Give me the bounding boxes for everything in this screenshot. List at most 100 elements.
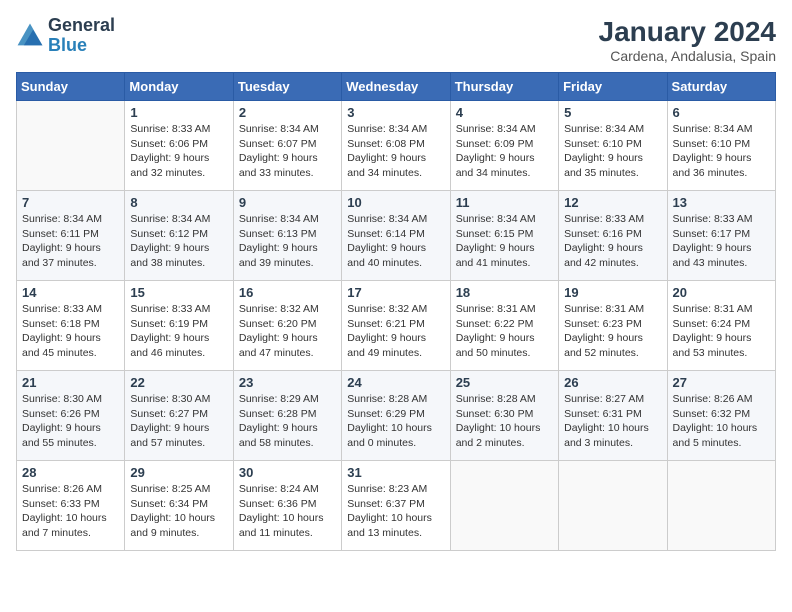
day-number: 12 [564, 195, 661, 210]
day-number: 6 [673, 105, 770, 120]
day-detail: Sunrise: 8:24 AMSunset: 6:36 PMDaylight:… [239, 482, 336, 541]
calendar-cell [17, 101, 125, 191]
day-detail: Sunrise: 8:26 AMSunset: 6:33 PMDaylight:… [22, 482, 119, 541]
day-number: 8 [130, 195, 227, 210]
calendar-cell: 17 Sunrise: 8:32 AMSunset: 6:21 PMDayligh… [342, 281, 450, 371]
page-header: General Blue January 2024 Cardena, Andal… [16, 16, 776, 64]
day-number: 21 [22, 375, 119, 390]
calendar-cell: 13Sunrise: 8:33 AMSunset: 6:17 PMDayligh… [667, 191, 775, 281]
day-number: 15 [130, 285, 227, 300]
calendar-cell: 8 Sunrise: 8:34 AMSunset: 6:12 PMDaylight… [125, 191, 233, 281]
day-number: 29 [130, 465, 227, 480]
day-detail: Sunrise: 8:32 AMSunset: 6:21 PMDaylight:… [347, 302, 444, 361]
day-number: 31 [347, 465, 444, 480]
title-block: January 2024 Cardena, Andalusia, Spain [599, 16, 776, 64]
day-number: 3 [347, 105, 444, 120]
calendar-cell: 29 Sunrise: 8:25 AMSunset: 6:34 PMDayligh… [125, 461, 233, 551]
month-year: January 2024 [599, 16, 776, 48]
day-number: 20 [673, 285, 770, 300]
day-number: 28 [22, 465, 119, 480]
calendar-cell: 1Sunrise: 8:33 AMSunset: 6:06 PMDaylight… [125, 101, 233, 191]
calendar-cell [667, 461, 775, 551]
calendar-cell: 14Sunrise: 8:33 AMSunset: 6:18 PMDayligh… [17, 281, 125, 371]
calendar-cell: 11Sunrise: 8:34 AMSunset: 6:15 PMDayligh… [450, 191, 558, 281]
calendar-cell: 28 Sunrise: 8:26 AMSunset: 6:33 PMDayligh… [17, 461, 125, 551]
weekday-header-friday: Friday [559, 73, 667, 101]
calendar-cell: 23 Sunrise: 8:29 AMSunset: 6:28 PMDayligh… [233, 371, 341, 461]
day-number: 18 [456, 285, 553, 300]
location: Cardena, Andalusia, Spain [599, 48, 776, 64]
calendar-cell: 9Sunrise: 8:34 AMSunset: 6:13 PMDaylight… [233, 191, 341, 281]
calendar-cell: 15 Sunrise: 8:33 AMSunset: 6:19 PMDayligh… [125, 281, 233, 371]
day-detail: Sunrise: 8:34 AMSunset: 6:08 PMDaylight:… [347, 122, 444, 181]
day-detail: Sunrise: 8:34 AMSunset: 6:10 PMDaylight:… [673, 122, 770, 181]
day-detail: Sunrise: 8:34 AMSunset: 6:07 PMDaylight:… [239, 122, 336, 181]
day-detail: Sunrise: 8:34 AMSunset: 6:12 PMDaylight:… [130, 212, 227, 271]
week-row-2: 7Sunrise: 8:34 AMSunset: 6:11 PMDaylight… [17, 191, 776, 281]
day-detail: Sunrise: 8:31 AMSunset: 6:22 PMDaylight:… [456, 302, 553, 361]
calendar-cell: 19Sunrise: 8:31 AMSunset: 6:23 PMDayligh… [559, 281, 667, 371]
day-number: 9 [239, 195, 336, 210]
day-number: 30 [239, 465, 336, 480]
weekday-header-sunday: Sunday [17, 73, 125, 101]
day-number: 4 [456, 105, 553, 120]
week-row-4: 21Sunrise: 8:30 AMSunset: 6:26 PMDayligh… [17, 371, 776, 461]
day-number: 27 [673, 375, 770, 390]
day-detail: Sunrise: 8:30 AMSunset: 6:27 PMDaylight:… [130, 392, 227, 451]
calendar-cell: 2 Sunrise: 8:34 AMSunset: 6:07 PMDaylight… [233, 101, 341, 191]
weekday-header-saturday: Saturday [667, 73, 775, 101]
day-number: 11 [456, 195, 553, 210]
calendar-cell: 12Sunrise: 8:33 AMSunset: 6:16 PMDayligh… [559, 191, 667, 281]
day-number: 14 [22, 285, 119, 300]
calendar-cell: 16 Sunrise: 8:32 AMSunset: 6:20 PMDayligh… [233, 281, 341, 371]
logo-icon [16, 22, 44, 50]
week-row-3: 14Sunrise: 8:33 AMSunset: 6:18 PMDayligh… [17, 281, 776, 371]
day-detail: Sunrise: 8:26 AMSunset: 6:32 PMDaylight:… [673, 392, 770, 451]
day-number: 7 [22, 195, 119, 210]
calendar-cell: 5 Sunrise: 8:34 AMSunset: 6:10 PMDaylight… [559, 101, 667, 191]
day-detail: Sunrise: 8:28 AMSunset: 6:30 PMDaylight:… [456, 392, 553, 451]
day-number: 26 [564, 375, 661, 390]
day-detail: Sunrise: 8:29 AMSunset: 6:28 PMDaylight:… [239, 392, 336, 451]
calendar-cell: 20 Sunrise: 8:31 AMSunset: 6:24 PMDayligh… [667, 281, 775, 371]
calendar-cell [450, 461, 558, 551]
day-detail: Sunrise: 8:33 AMSunset: 6:19 PMDaylight:… [130, 302, 227, 361]
weekday-header-wednesday: Wednesday [342, 73, 450, 101]
week-row-5: 28 Sunrise: 8:26 AMSunset: 6:33 PMDayligh… [17, 461, 776, 551]
calendar-cell: 24 Sunrise: 8:28 AMSunset: 6:29 PMDayligh… [342, 371, 450, 461]
logo: General Blue [16, 16, 115, 56]
calendar-cell: 26 Sunrise: 8:27 AMSunset: 6:31 PMDayligh… [559, 371, 667, 461]
weekday-header-thursday: Thursday [450, 73, 558, 101]
calendar-cell: 6 Sunrise: 8:34 AMSunset: 6:10 PMDaylight… [667, 101, 775, 191]
day-detail: Sunrise: 8:31 AMSunset: 6:23 PMDaylight:… [564, 302, 661, 361]
calendar-cell: 22 Sunrise: 8:30 AMSunset: 6:27 PMDayligh… [125, 371, 233, 461]
week-row-1: 1Sunrise: 8:33 AMSunset: 6:06 PMDaylight… [17, 101, 776, 191]
day-number: 5 [564, 105, 661, 120]
day-detail: Sunrise: 8:33 AMSunset: 6:06 PMDaylight:… [130, 122, 227, 181]
day-number: 22 [130, 375, 227, 390]
calendar-cell: 4 Sunrise: 8:34 AMSunset: 6:09 PMDaylight… [450, 101, 558, 191]
logo-text: General Blue [48, 16, 115, 56]
calendar-cell: 18 Sunrise: 8:31 AMSunset: 6:22 PMDayligh… [450, 281, 558, 371]
day-detail: Sunrise: 8:34 AMSunset: 6:10 PMDaylight:… [564, 122, 661, 181]
calendar-body: 1Sunrise: 8:33 AMSunset: 6:06 PMDaylight… [17, 101, 776, 551]
logo-general: General [48, 15, 115, 35]
day-number: 2 [239, 105, 336, 120]
day-detail: Sunrise: 8:25 AMSunset: 6:34 PMDaylight:… [130, 482, 227, 541]
day-detail: Sunrise: 8:32 AMSunset: 6:20 PMDaylight:… [239, 302, 336, 361]
calendar-cell: 21Sunrise: 8:30 AMSunset: 6:26 PMDayligh… [17, 371, 125, 461]
day-detail: Sunrise: 8:28 AMSunset: 6:29 PMDaylight:… [347, 392, 444, 451]
calendar-cell: 7Sunrise: 8:34 AMSunset: 6:11 PMDaylight… [17, 191, 125, 281]
day-detail: Sunrise: 8:27 AMSunset: 6:31 PMDaylight:… [564, 392, 661, 451]
day-number: 17 [347, 285, 444, 300]
day-number: 16 [239, 285, 336, 300]
day-number: 25 [456, 375, 553, 390]
calendar-cell: 30 Sunrise: 8:24 AMSunset: 6:36 PMDayligh… [233, 461, 341, 551]
calendar-cell: 27 Sunrise: 8:26 AMSunset: 6:32 PMDayligh… [667, 371, 775, 461]
day-number: 24 [347, 375, 444, 390]
day-detail: Sunrise: 8:34 AMSunset: 6:09 PMDaylight:… [456, 122, 553, 181]
day-detail: Sunrise: 8:31 AMSunset: 6:24 PMDaylight:… [673, 302, 770, 361]
weekday-header-row: SundayMondayTuesdayWednesdayThursdayFrid… [17, 73, 776, 101]
weekday-header-tuesday: Tuesday [233, 73, 341, 101]
day-number: 23 [239, 375, 336, 390]
